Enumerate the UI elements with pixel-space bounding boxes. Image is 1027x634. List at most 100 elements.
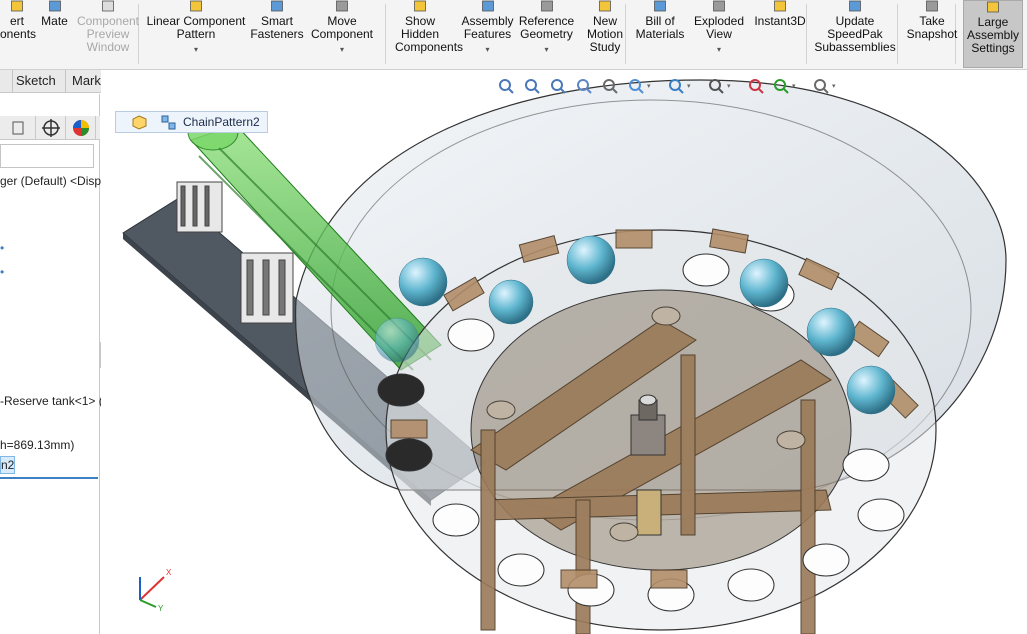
large-assembly-settings-button[interactable]: Large Assembly Settings	[963, 0, 1023, 68]
new-motion-study-label: Study	[589, 40, 621, 54]
tree-item-marker-a: •	[0, 241, 5, 255]
tree-filter-input[interactable]	[0, 144, 94, 168]
pattern-icon	[161, 115, 176, 130]
tree-item-top-assembly[interactable]: ger (Default) <Disp	[0, 174, 101, 188]
linear-component-pattern-button[interactable]: Linear Component Pattern ▾	[145, 0, 247, 68]
reference-geometry-icon	[539, 0, 554, 13]
component-preview-window-button[interactable]: Component Preview Window	[75, 0, 141, 68]
tab-sketch[interactable]: Sketch	[10, 70, 66, 93]
section-view-icon[interactable]	[575, 77, 593, 95]
move-component-label: Component	[310, 27, 374, 41]
move-component-icon	[335, 0, 350, 13]
assembly-icon	[132, 115, 147, 130]
smart-fasteners-button[interactable]: Smart Fasteners	[250, 0, 304, 68]
large-assembly-settings-icon	[986, 1, 1001, 14]
assembly-3d-model[interactable]	[101, 70, 1027, 634]
graphics-area[interactable]: X Y	[101, 70, 1027, 634]
bill-of-materials-label: Materials	[635, 27, 685, 41]
reference-triad: X Y	[139, 568, 172, 613]
insert-components-label: onents	[0, 27, 37, 41]
mate-button[interactable]: Mate	[36, 0, 73, 68]
assembly-features-icon	[480, 0, 495, 13]
crosshair-icon	[42, 119, 60, 137]
update-speedpak-label: Subassemblies	[814, 40, 896, 54]
chevron-down-icon[interactable]: ▾	[145, 43, 247, 56]
command-manager-ribbon: ert onents Mate Component Preview Window Linea…	[0, 0, 1027, 70]
large-assembly-settings-label: Settings	[971, 41, 1015, 55]
assembly-features-label: Features	[463, 27, 512, 41]
bill-of-materials-button[interactable]: Bill of Materials	[633, 0, 687, 68]
motor-bracket-rear	[176, 181, 223, 233]
dynamic-annotation-icon[interactable]	[601, 77, 619, 95]
heads-up-view-toolbar: ▾ ▾ ▾ ▾ ▾	[497, 74, 857, 98]
take-snapshot-label: Snapshot	[906, 27, 958, 41]
zoom-to-area-icon[interactable]	[523, 77, 541, 95]
instant3d-icon	[773, 0, 788, 13]
tree-item-chainpattern-selected[interactable]: n2	[0, 456, 15, 474]
mate-icon	[47, 0, 62, 13]
appearance-icon	[73, 120, 89, 136]
mate-label: Mate	[41, 14, 68, 28]
new-motion-study-button[interactable]: New Motion Study	[580, 0, 630, 68]
update-speedpak-button[interactable]: Update SpeedPak Subassemblies	[812, 0, 898, 68]
chevron-down-icon[interactable]: ▾	[306, 43, 378, 56]
ribbon-separator	[385, 4, 386, 64]
triad-x-label: X	[166, 568, 172, 577]
show-hidden-components-button[interactable]: Show Hidden Components	[395, 0, 464, 68]
tree-item-marker-b: •	[0, 265, 5, 279]
component-preview-window-label: Window	[86, 40, 130, 54]
reference-geometry-label: Geometry	[520, 27, 573, 41]
exploded-view-label: View	[706, 27, 732, 41]
feature-tree-icon	[12, 121, 24, 135]
component-preview-window-icon	[101, 0, 116, 13]
insert-components-icon	[10, 0, 25, 13]
chevron-down-icon[interactable]: ▾	[517, 43, 576, 56]
insert-components-button[interactable]: ert onents	[0, 0, 37, 68]
new-motion-study-icon	[598, 0, 613, 13]
linear-component-pattern-icon	[189, 0, 204, 13]
move-component-button[interactable]: Move Component ▾	[306, 0, 378, 68]
show-hidden-components-icon	[413, 0, 428, 13]
breadcrumb[interactable]: ChainPattern2	[115, 111, 268, 133]
feature-tree-tab[interactable]	[0, 116, 36, 140]
assembly-features-button[interactable]: Assembly Features ▾	[460, 0, 515, 68]
take-snapshot-icon	[925, 0, 940, 13]
update-speedpak-icon	[848, 0, 863, 13]
feature-manager-panel: ger (Default) <Disp • • -Reserve tank<1>…	[0, 94, 103, 634]
smart-fasteners-label: Fasteners	[250, 27, 304, 41]
tree-item-length-dimension[interactable]: h=869.13mm)	[0, 438, 74, 452]
hide-show-items-icon[interactable]	[707, 77, 725, 95]
chevron-down-icon[interactable]: ▾	[687, 82, 691, 90]
dimxpert-tab[interactable]	[36, 116, 66, 140]
display-style-icon[interactable]	[667, 77, 685, 95]
zoom-to-fit-icon[interactable]	[497, 77, 515, 95]
linear-component-pattern-label: Pattern	[176, 27, 216, 41]
bill-of-materials-icon	[653, 0, 668, 13]
smart-fasteners-icon	[270, 0, 285, 13]
edit-appearance-icon[interactable]	[747, 77, 765, 95]
chevron-down-icon[interactable]: ▾	[647, 82, 651, 90]
chevron-down-icon[interactable]: ▾	[727, 82, 731, 90]
chevron-down-icon[interactable]: ▾	[460, 43, 515, 56]
tree-item-reserve-tank[interactable]: -Reserve tank<1> (	[0, 394, 103, 408]
triad-y-label: Y	[158, 604, 164, 613]
instant3d-button[interactable]: Instant3D	[750, 0, 810, 68]
exploded-view-icon	[712, 0, 727, 13]
view-orientation-icon[interactable]	[627, 77, 645, 95]
instant3d-label: Instant3D	[754, 14, 806, 28]
breadcrumb-label: ChainPattern2	[183, 115, 260, 129]
exploded-view-button[interactable]: Exploded View ▾	[690, 0, 748, 68]
view-settings-icon[interactable]	[812, 77, 830, 95]
previous-view-icon[interactable]	[549, 77, 567, 95]
chevron-down-icon[interactable]: ▾	[690, 43, 748, 56]
display-manager-tab[interactable]	[66, 116, 96, 140]
apply-scene-icon[interactable]	[772, 77, 790, 95]
show-hidden-components-label: Components	[395, 40, 464, 54]
chevron-down-icon[interactable]: ▾	[832, 82, 836, 90]
tree-rollback-bar[interactable]	[0, 477, 98, 479]
chevron-down-icon[interactable]: ▾	[792, 82, 796, 90]
take-snapshot-button[interactable]: Take Snapshot	[903, 0, 961, 68]
panel-tab-strip	[0, 116, 100, 140]
reference-geometry-button[interactable]: Reference Geometry ▾	[517, 0, 576, 68]
motor-bracket-front	[240, 252, 294, 324]
